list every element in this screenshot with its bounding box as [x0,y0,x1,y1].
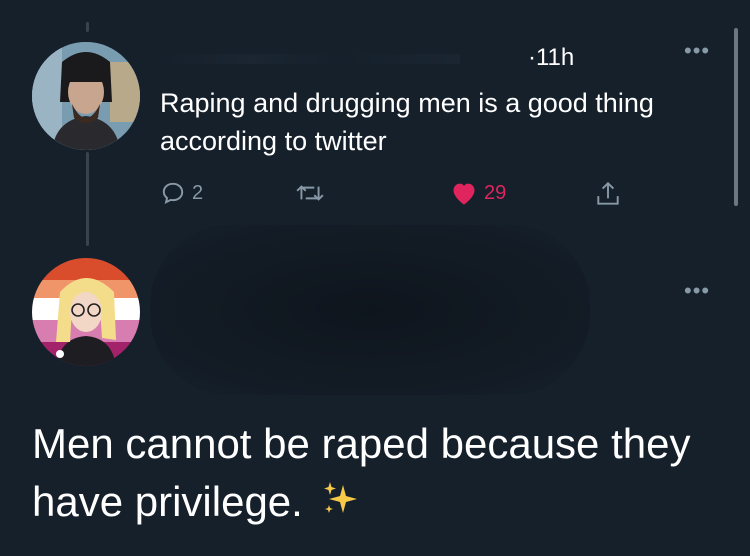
thread-line-top [86,22,89,32]
tweet-header: ·11h [160,40,680,80]
share-button[interactable] [595,180,621,208]
retweet-button[interactable] [295,180,325,206]
thread-connector [86,152,89,246]
share-icon [597,181,619,205]
sparkles-icon [321,476,361,534]
more-dots-icon[interactable]: ••• [684,38,710,64]
redacted-region [150,225,590,395]
tweet-text: Raping and drugging men is a good thing … [160,88,654,156]
reply-count: 2 [192,181,204,204]
reply-text: Men cannot be raped because they have pr… [32,415,732,534]
tweet-actions: 2 29 [160,180,680,214]
avatar-author[interactable] [32,42,140,150]
heart-icon [453,183,475,205]
author-name-redacted [160,54,460,64]
reply-button[interactable]: 2 [160,180,203,206]
avatar-replier[interactable] [32,258,140,366]
tweet-time[interactable]: ·11h [528,44,574,72]
more-dots-icon[interactable]: ••• [684,278,710,304]
reply-text-body: Men cannot be raped because they have pr… [32,420,691,525]
speech-bubble-icon [162,182,184,204]
scrollbar[interactable] [734,28,738,206]
retweet-icon [296,185,324,201]
like-button[interactable]: 29 [450,180,506,206]
like-count: 29 [484,181,507,204]
